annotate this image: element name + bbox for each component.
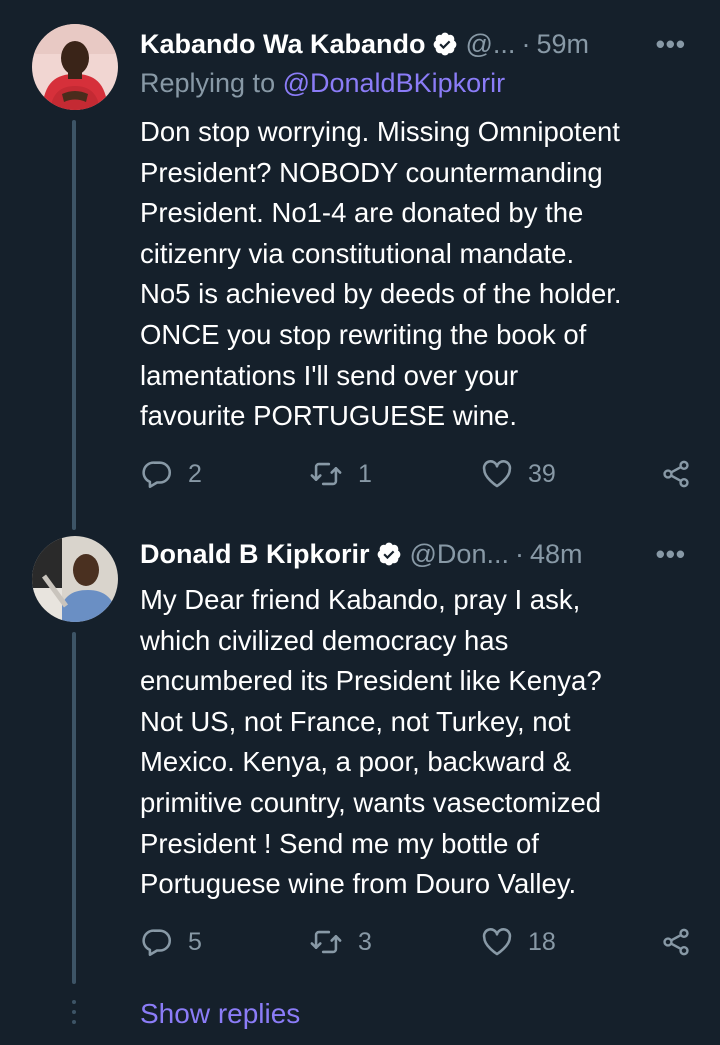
verified-icon — [433, 32, 456, 56]
avatar[interactable] — [32, 536, 118, 622]
like-icon — [482, 460, 512, 488]
tweet-text-line: Don stop worrying. Missing Omnipotent — [140, 116, 620, 147]
share-icon — [663, 460, 689, 488]
retweet-icon — [310, 930, 342, 954]
thread-dots — [72, 1000, 76, 1030]
avatar[interactable] — [32, 24, 118, 110]
reply-count: 5 — [188, 927, 202, 956]
like-count: 18 — [528, 927, 556, 956]
tweet-text: Don stop worrying. Missing Omnipotent Pr… — [140, 112, 700, 437]
replying-to-label: Replying to — [140, 68, 283, 98]
tweet-actions: 5 3 18 — [140, 922, 700, 962]
tweet-text-line: which civilized democracy has — [140, 624, 509, 656]
author-handle[interactable]: @... — [466, 22, 516, 66]
reply-button[interactable]: 5 — [140, 922, 202, 962]
tweet-text-line: ONCE you stop rewriting the book of — [140, 318, 587, 350]
tweet-text-line: No5 is achieved by deeds of the holder. — [140, 278, 622, 310]
more-icon[interactable]: ••• — [656, 22, 686, 66]
tweet-text-line: Portuguese wine from Douro Valley. — [140, 868, 577, 900]
tweet-text-line: favourite PORTUGUESE wine. — [140, 400, 517, 432]
tweet-text-line: Mexico. Kenya, a poor, backward & — [140, 746, 572, 778]
share-button[interactable] — [660, 922, 692, 962]
tweet-text-line: lamentations I'll send over your — [140, 359, 519, 391]
author-name[interactable]: Kabando Wa Kabando — [140, 22, 426, 66]
retweet-count: 1 — [358, 459, 372, 488]
tweet-text: My Dear friend Kabando, pray I ask, whic… — [140, 580, 700, 905]
thread-line — [72, 632, 76, 984]
tweet-text-line: primitive country, wants vasectomized — [140, 786, 602, 818]
retweet-icon — [310, 462, 342, 486]
tweet-text-line: encumbered its President like Kenya? — [140, 665, 602, 697]
timestamp[interactable]: 59m — [536, 22, 589, 66]
more-icon[interactable]: ••• — [656, 532, 686, 576]
reply-icon — [142, 461, 172, 489]
reply-button[interactable]: 2 — [140, 454, 202, 494]
tweet-text-line: My Dear friend Kabando, pray I ask, — [140, 584, 581, 615]
tweet-header: Donald B Kipkorir @Don... · 48m ••• — [140, 532, 696, 576]
share-button[interactable] — [660, 454, 692, 494]
tweet-header: Kabando Wa Kabando @... · 59m ••• — [140, 22, 696, 66]
tweet-text-line: President ! Send me my bottle of — [140, 827, 539, 859]
tweet-text-line: President. No1-4 are donated by the — [140, 197, 584, 229]
like-button[interactable]: 39 — [480, 454, 556, 494]
separator-dot: · — [521, 29, 531, 59]
separator-dot: · — [514, 539, 524, 569]
retweet-button[interactable]: 1 — [308, 454, 372, 494]
tweet-text-line: Not US, not France, not Turkey, not — [140, 705, 571, 737]
replying-to-mention[interactable]: @DonaldBKipkorir — [283, 68, 506, 98]
tweet-text-line: President? NOBODY countermanding — [140, 156, 603, 188]
like-count: 39 — [528, 459, 556, 488]
reply-count: 2 — [188, 459, 202, 488]
tweet-text-line: citizenry via constitutional mandate. — [140, 237, 575, 269]
like-icon — [482, 928, 512, 956]
reply-icon — [142, 929, 172, 957]
author-name[interactable]: Donald B Kipkorir — [140, 532, 370, 576]
author-handle[interactable]: @Don... — [410, 532, 509, 576]
timestamp[interactable]: 48m — [530, 532, 583, 576]
like-button[interactable]: 18 — [480, 922, 556, 962]
share-icon — [663, 928, 689, 956]
thread-line — [72, 120, 76, 530]
retweet-count: 3 — [358, 927, 372, 956]
retweet-button[interactable]: 3 — [308, 922, 372, 962]
tweet-actions: 2 1 39 — [140, 454, 700, 494]
replying-to: Replying to @DonaldBKipkorir — [140, 68, 505, 99]
verified-icon — [377, 542, 400, 566]
show-replies-link[interactable]: Show replies — [140, 998, 300, 1030]
